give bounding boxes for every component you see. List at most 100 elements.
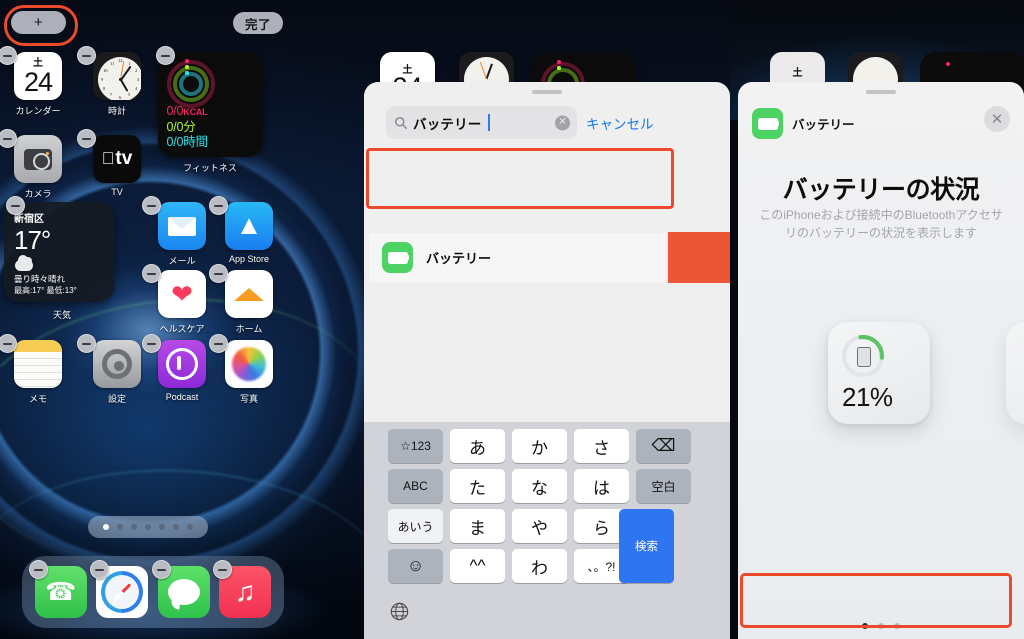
page-dot[interactable] <box>878 623 884 629</box>
widget-detail-sheet: バッテリー ✕ バッテリーの状況 このiPhoneおよび接続中のBluetoot… <box>738 82 1024 639</box>
key-ya[interactable]: や <box>512 509 567 543</box>
app-appletv[interactable]: tv TV <box>77 129 151 197</box>
globe-icon[interactable] <box>390 602 409 621</box>
widget-calendar[interactable]: 土 24 カレンダー <box>0 46 72 117</box>
app-label: 写真 <box>239 394 258 404</box>
page-dot[interactable] <box>894 623 900 629</box>
page-dot[interactable] <box>862 623 868 629</box>
widget-clock[interactable]: 12 1 2 3 4 5 6 7 8 9 10 11 時計 <box>77 46 151 117</box>
key-sa[interactable]: さ <box>574 429 629 463</box>
clock-face: 12 1 2 3 4 5 6 7 8 9 10 11 <box>98 57 141 100</box>
key-backspace[interactable]: ⌫ <box>636 429 691 463</box>
battery-app-icon <box>382 242 413 273</box>
app-podcast[interactable]: Podcast <box>142 334 216 402</box>
camera-icon <box>14 135 62 183</box>
app-label: TV <box>111 187 123 197</box>
remove-minus-icon[interactable] <box>209 196 228 215</box>
key-wa[interactable]: わ <box>512 549 567 583</box>
appstore-icon: ▲ <box>225 202 273 250</box>
key-ma[interactable]: ま <box>450 509 505 543</box>
dock-app-safari[interactable] <box>90 560 149 618</box>
app-notes[interactable]: メモ <box>0 334 72 405</box>
page-dot[interactable] <box>131 524 137 530</box>
dock-app-phone[interactable]: ☎ <box>28 560 87 618</box>
keyboard-row: ABC た な は 空白 <box>364 469 730 503</box>
remove-minus-icon[interactable] <box>28 560 48 579</box>
cancel-button[interactable]: キャンセル <box>586 113 654 133</box>
fitness-widget-tile: 0/0KCAL 0/0分 0/0時間 <box>157 52 263 157</box>
page-indicator[interactable] <box>88 516 208 538</box>
remove-minus-icon[interactable] <box>156 46 175 65</box>
app-health[interactable]: ❤ ヘルスケア <box>142 264 216 335</box>
app-photos[interactable]: 写真 <box>209 334 283 405</box>
weather-widget-tile: 新宿区 17° 曇り時々晴れ 最高:17° 最低:13° <box>4 202 114 302</box>
calendar-day: 24 <box>23 66 53 97</box>
key-kana[interactable]: あいう <box>388 509 443 543</box>
app-camera[interactable]: カメラ <box>0 129 72 200</box>
search-icon <box>395 116 407 129</box>
page-dot[interactable] <box>103 524 109 530</box>
key-space[interactable]: 空白 <box>636 469 691 503</box>
settings-icon <box>93 340 141 388</box>
widget-weather[interactable]: 新宿区 17° 曇り時々晴れ 最高:17° 最低:13° 天気 <box>4 196 120 321</box>
page-dot[interactable] <box>187 524 193 530</box>
home-icon-grid: 土 24 カレンダー 12 1 2 3 4 5 6 7 8 9 10 11 時計… <box>0 0 364 639</box>
key-emoji[interactable]: ☺ <box>388 549 443 583</box>
key-a[interactable]: あ <box>450 429 505 463</box>
page-dot[interactable] <box>173 524 179 530</box>
sheet-grabber[interactable] <box>532 90 562 94</box>
search-query-text: バッテリー <box>413 116 482 132</box>
text-caret <box>487 114 490 131</box>
remove-minus-icon[interactable] <box>142 264 161 283</box>
app-home[interactable]: ホーム <box>209 264 283 335</box>
remove-minus-icon[interactable] <box>209 264 228 283</box>
remove-minus-icon[interactable] <box>209 334 228 353</box>
notes-icon <box>14 340 62 388</box>
key-ta[interactable]: た <box>450 469 505 503</box>
page-dot[interactable] <box>145 524 151 530</box>
remove-minus-icon[interactable] <box>77 129 96 148</box>
search-result-label: バッテリー <box>426 251 492 266</box>
detail-title: バッテリーの状況 <box>782 176 980 204</box>
key-search[interactable]: 検索 <box>619 509 674 583</box>
remove-minus-icon[interactable] <box>77 46 96 65</box>
detail-subtitle: このiPhoneおよび接続中のBluetoothアクセサリのバッテリーの状況を表… <box>759 208 1003 240</box>
search-input[interactable]: バッテリー ✕ <box>386 106 577 139</box>
app-mail[interactable]: メール <box>142 196 216 267</box>
home-screen-panel: + 完了 土 24 カレンダー 12 1 2 3 4 5 6 7 8 9 10 … <box>0 0 364 639</box>
weather-temp: 17° <box>14 225 51 255</box>
search-result-row-battery[interactable]: バッテリー <box>369 233 665 282</box>
weather-desc: 曇り時々晴れ <box>14 274 66 284</box>
sheet-grabber[interactable] <box>866 90 896 94</box>
widget-preview-battery[interactable]: 21% <box>828 322 930 424</box>
page-dot[interactable] <box>117 524 123 530</box>
app-settings[interactable]: 設定 <box>77 334 151 405</box>
clear-search-icon[interactable]: ✕ <box>555 115 570 130</box>
page-dot[interactable] <box>159 524 165 530</box>
widget-fitness[interactable]: 0/0KCAL 0/0分 0/0時間 フィットネス <box>155 46 265 174</box>
keyboard-row: ☺ ^^ わ 、。?! <box>364 549 730 583</box>
remove-minus-icon[interactable] <box>142 334 161 353</box>
detail-app-name: バッテリー <box>792 118 855 132</box>
key-ha[interactable]: は <box>574 469 629 503</box>
key-symbols[interactable]: ☆123 <box>388 429 443 463</box>
remove-minus-icon[interactable] <box>142 196 161 215</box>
widget-preview-next[interactable] <box>1006 322 1024 424</box>
remove-minus-icon[interactable] <box>6 196 25 215</box>
key-caret[interactable]: ^^ <box>450 549 505 583</box>
close-icon[interactable]: ✕ <box>984 106 1010 132</box>
key-abc[interactable]: ABC <box>388 469 443 503</box>
iphone-icon <box>857 347 871 367</box>
key-na[interactable]: な <box>512 469 567 503</box>
orange-highlight-block <box>668 232 730 283</box>
weather-city: 新宿区 <box>14 214 44 225</box>
detail-page-indicator[interactable] <box>738 623 1024 629</box>
dock-app-music[interactable]: ♫ <box>213 560 272 618</box>
dock-app-messages[interactable] <box>151 560 210 618</box>
widget-label: カレンダー <box>15 106 61 116</box>
remove-minus-icon[interactable] <box>151 560 171 579</box>
app-appstore[interactable]: ▲ App Store <box>209 196 283 264</box>
key-ka[interactable]: か <box>512 429 567 463</box>
detail-header: バッテリー <box>752 108 855 139</box>
remove-minus-icon[interactable] <box>77 334 96 353</box>
